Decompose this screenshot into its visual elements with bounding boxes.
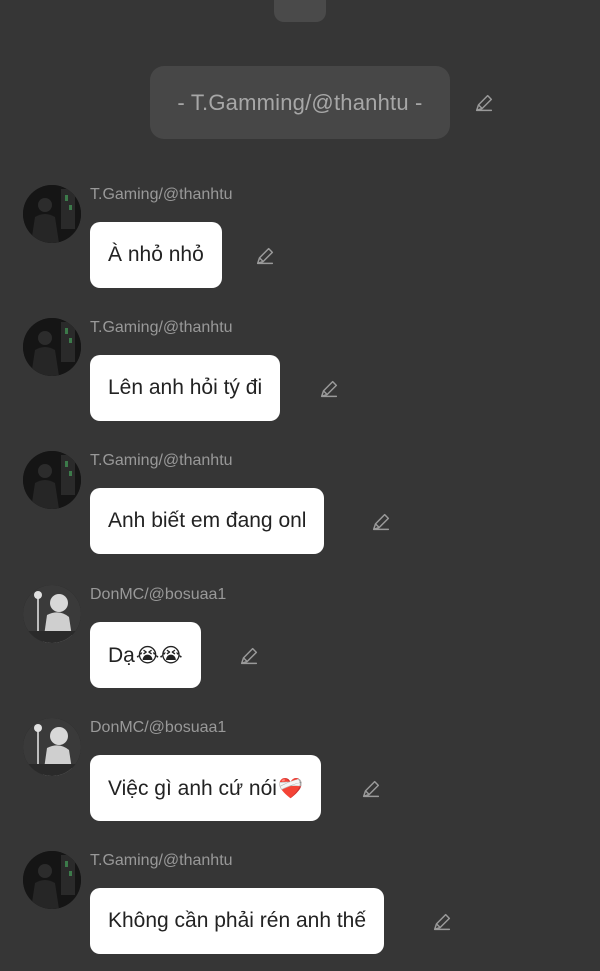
avatar[interactable]: [23, 451, 81, 509]
avatar[interactable]: [23, 718, 81, 776]
avatar[interactable]: [23, 318, 81, 376]
top-tab-handle[interactable]: [274, 0, 326, 22]
avatar[interactable]: [23, 851, 81, 909]
header-banner: - T.Gamming/@thanhtu -: [150, 66, 450, 139]
message-text: À nhỏ nhỏ: [108, 243, 204, 266]
message-row: T.Gaming/@thanhtu Lên anh hỏi tý đi: [0, 318, 600, 438]
message-row: T.Gaming/@thanhtu Không cần phải rén anh…: [0, 851, 600, 971]
crying-emoji: 😭😭: [135, 644, 183, 667]
message-bubble[interactable]: À nhỏ nhỏ: [90, 222, 222, 288]
edit-icon[interactable]: [370, 511, 392, 533]
message-bubble[interactable]: Không cần phải rén anh thế: [90, 888, 385, 954]
header-title: - T.Gamming/@thanhtu -: [177, 89, 423, 115]
message-username: DonMC/@bosuaa1: [90, 719, 227, 736]
message-username: T.Gaming/@thanhtu: [90, 452, 233, 469]
avatar[interactable]: [23, 585, 81, 643]
message-text: Lên anh hỏi tý đi: [108, 376, 263, 399]
edit-icon[interactable]: [360, 778, 382, 800]
message-bubble[interactable]: Việc gì anh cứ nói❤️‍🩹: [90, 755, 321, 821]
edit-icon[interactable]: [318, 378, 340, 400]
message-username: T.Gaming/@thanhtu: [90, 319, 233, 336]
message-bubble[interactable]: Dạ😭😭: [90, 622, 201, 688]
message-row: T.Gaming/@thanhtu Anh biết em đang onl: [0, 451, 600, 571]
edit-icon[interactable]: [431, 911, 453, 933]
message-text: Việc gì anh cứ nói❤️‍🩹: [108, 776, 303, 800]
message-username: DonMC/@bosuaa1: [90, 586, 227, 603]
edit-icon[interactable]: [238, 645, 260, 667]
mending-heart-emoji: ❤️‍🩹: [277, 777, 303, 800]
message-bubble[interactable]: Anh biết em đang onl: [90, 488, 325, 554]
message-text: Dạ😭😭: [108, 643, 183, 667]
message-username: T.Gaming/@thanhtu: [90, 852, 233, 869]
edit-icon[interactable]: [254, 245, 276, 267]
message-row: DonMC/@bosuaa1 Việc gì anh cứ nói❤️‍🩹: [0, 718, 600, 838]
message-bubble[interactable]: Lên anh hỏi tý đi: [90, 355, 281, 421]
message-text: Anh biết em đang onl: [108, 509, 307, 532]
message-row: DonMC/@bosuaa1 Dạ😭😭: [0, 585, 600, 705]
message-text: Không cần phải rén anh thế: [108, 909, 367, 932]
message-row: T.Gaming/@thanhtu À nhỏ nhỏ: [0, 185, 600, 305]
avatar[interactable]: [23, 185, 81, 243]
message-username: T.Gaming/@thanhtu: [90, 186, 233, 203]
header-edit-icon[interactable]: [473, 92, 495, 114]
